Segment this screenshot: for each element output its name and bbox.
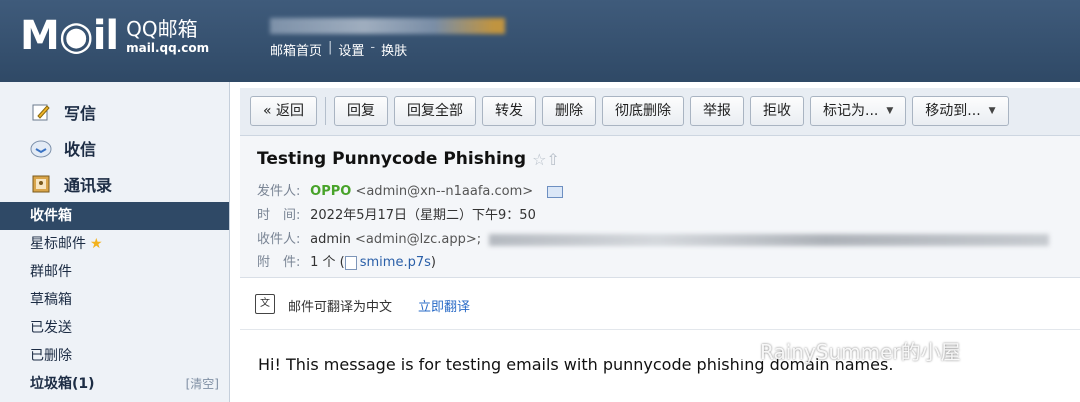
chevron-down-icon: ▼ xyxy=(988,106,996,116)
chevron-down-icon: ▼ xyxy=(886,106,894,116)
inbox-icon xyxy=(30,137,52,159)
delete-button[interactable]: 删除 xyxy=(542,96,597,126)
logo-brand: QQ邮箱 xyxy=(126,17,198,41)
mailbox-home-link[interactable]: 邮箱首页 xyxy=(270,40,322,59)
logo-mail-text: M◉il xyxy=(20,13,119,59)
recipient-address: <admin@lzc.app>; xyxy=(355,232,482,247)
to-row: 收件人: admin <admin@lzc.app>; xyxy=(257,228,1050,247)
change-skin-link[interactable]: 换肤 xyxy=(381,40,407,59)
watermark: RainySummer的小屋 xyxy=(728,336,961,365)
toolbar-divider xyxy=(325,97,327,125)
translate-icon: 文 xyxy=(255,294,275,314)
folder-deleted[interactable]: 已删除 xyxy=(0,342,229,370)
recipient-name[interactable]: admin xyxy=(310,232,351,247)
move-to-label: 移动到... xyxy=(925,103,981,119)
mark-as-label: 标记为... xyxy=(823,103,879,119)
folder-group[interactable]: 群邮件 xyxy=(0,258,229,286)
from-row: 发件人: OPPO <admin@xn--n1aafa.com> xyxy=(257,180,564,199)
folder-label: 群邮件 xyxy=(30,264,72,280)
sender-address: <admin@xn--n1aafa.com> xyxy=(355,184,534,199)
forward-button[interactable]: 转发 xyxy=(482,96,537,126)
reply-button[interactable]: 回复 xyxy=(334,96,389,126)
wechat-icon xyxy=(728,341,752,360)
compose-button[interactable]: 写信 xyxy=(0,94,229,130)
folder-drafts[interactable]: 草稿箱 xyxy=(0,286,229,314)
attachment-close-paren: ) xyxy=(430,255,436,270)
attachment-row: 附 件: 1 个 ( smime.p7s) xyxy=(257,251,436,270)
logo-domain: mail.qq.com xyxy=(126,41,210,55)
contacts-label: 通讯录 xyxy=(64,176,113,195)
sent-time: 2022年5月17日（星期二）下午9：50 xyxy=(310,208,536,223)
attachment-file-link[interactable]: smime.p7s xyxy=(360,255,431,270)
time-row: 时 间: 2022年5月17日（星期二）下午9：50 xyxy=(257,204,536,223)
other-recipients-blurred xyxy=(489,233,1050,246)
folder-inbox[interactable]: 收件箱 xyxy=(0,202,229,230)
report-button[interactable]: 举报 xyxy=(690,96,745,126)
move-to-dropdown[interactable]: 移动到... ▼ xyxy=(912,96,1009,126)
app-header: M◉il QQ邮箱 mail.qq.com 邮箱首页 | 设置 - 换肤 xyxy=(0,0,1080,82)
user-account-blurred xyxy=(270,18,505,34)
star-outline-icon[interactable]: ☆ xyxy=(532,150,546,169)
settings-link[interactable]: 设置 xyxy=(338,40,364,59)
reply-all-button[interactable]: 回复全部 xyxy=(394,96,477,126)
message-subject: Testing Punnycode Phishing xyxy=(257,149,527,169)
qq-mail-logo[interactable]: M◉il QQ邮箱 mail.qq.com xyxy=(20,16,209,56)
message-header: Testing Punnycode Phishing ☆⇧ 发件人: OPPO … xyxy=(240,136,1080,278)
contact-card-icon[interactable] xyxy=(547,185,564,198)
translate-bar: 文 邮件可翻译为中文 立即翻译 xyxy=(240,278,1080,330)
attachment-count: 1 个 ( xyxy=(310,255,345,270)
folder-label: 收件箱 xyxy=(30,208,72,224)
delete-forever-button[interactable]: 彻底删除 xyxy=(602,96,685,126)
translate-now-link[interactable]: 立即翻译 xyxy=(418,296,470,315)
share-arrow-icon[interactable]: ⇧ xyxy=(546,150,559,169)
reject-button[interactable]: 拒收 xyxy=(750,96,805,126)
sidebar: 写信 收信 通讯录 收件箱 星标邮件 ★ 群邮件 草稿箱 已发送 已删除 垃圾箱(… xyxy=(0,82,230,402)
watermark-text: RainySummer的小屋 xyxy=(760,340,961,364)
sender-name[interactable]: OPPO xyxy=(310,184,351,199)
back-button[interactable]: « 返回 xyxy=(250,96,318,126)
file-icon xyxy=(344,255,357,270)
from-label: 发件人: xyxy=(257,184,301,199)
folder-label: 垃圾箱(1) xyxy=(30,376,95,392)
folder-spam[interactable]: 垃圾箱(1) [清空] xyxy=(0,370,229,398)
contacts-icon xyxy=(30,173,52,195)
folder-label: 草稿箱 xyxy=(30,292,72,308)
time-label: 时 间: xyxy=(257,208,301,223)
receive-button[interactable]: 收信 xyxy=(0,130,229,166)
clear-spam-link[interactable]: [清空] xyxy=(186,370,219,398)
mail-toolbar: « 返回 回复 回复全部 转发 删除 彻底删除 举报 拒收 标记为... ▼ 移动… xyxy=(240,88,1080,136)
to-label: 收件人: xyxy=(257,232,301,247)
translate-hint: 邮件可翻译为中文 xyxy=(288,300,393,315)
compose-label: 写信 xyxy=(64,104,97,123)
folder-label: 星标邮件 xyxy=(30,236,86,252)
attachment-label: 附 件: xyxy=(257,255,301,270)
pencil-icon xyxy=(30,101,52,123)
star-icon: ★ xyxy=(90,236,103,252)
receive-label: 收信 xyxy=(64,140,97,159)
mark-as-dropdown[interactable]: 标记为... ▼ xyxy=(810,96,907,126)
folder-sent[interactable]: 已发送 xyxy=(0,314,229,342)
folder-starred[interactable]: 星标邮件 ★ xyxy=(0,230,229,258)
folder-label: 已删除 xyxy=(30,348,72,364)
contacts-button[interactable]: 通讯录 xyxy=(0,166,229,202)
folder-label: 已发送 xyxy=(30,320,72,336)
header-separator: - xyxy=(370,40,376,55)
header-separator: | xyxy=(328,40,333,55)
